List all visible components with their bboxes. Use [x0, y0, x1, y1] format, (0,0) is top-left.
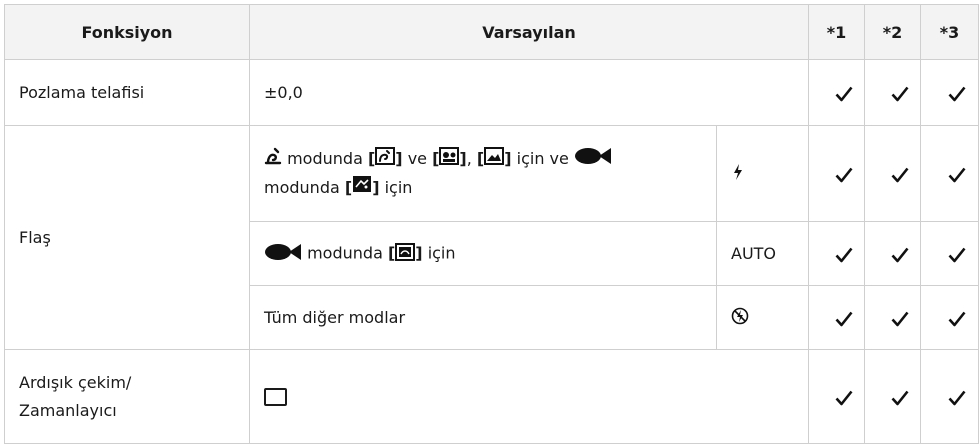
header-col-3: *3	[920, 4, 979, 60]
check-icon	[948, 311, 966, 327]
flash-mode-description-2: modunda [] için	[249, 221, 717, 286]
check-icon	[948, 167, 966, 183]
table-row: Pozlama telafisi ±0,0	[4, 59, 979, 126]
check-icon	[948, 247, 966, 263]
drive-value	[248, 349, 810, 444]
single-frame-icon	[264, 388, 287, 407]
table-row: Flaş modunda [] ve [], [] için ve modund…	[4, 125, 979, 350]
flash-fill-in-icon	[731, 163, 745, 185]
flash-value-1	[715, 125, 810, 222]
check-icon	[835, 167, 853, 183]
flash-value-2: AUTO	[715, 221, 810, 286]
flash-off-icon	[731, 307, 749, 329]
check-icon	[835, 86, 853, 102]
check-icon	[948, 86, 966, 102]
underwater-macro-icon	[395, 242, 416, 265]
underwater-fish-icon	[264, 243, 302, 265]
header-col-2: *2	[864, 4, 922, 60]
table-row: Ardışık çekim/ Zamanlayıcı	[4, 349, 979, 444]
check-icon	[948, 390, 966, 406]
flash-value-3	[715, 285, 810, 350]
check-icon	[835, 311, 853, 327]
check-icon	[835, 247, 853, 263]
scene-mode-framed-icon	[375, 146, 396, 174]
header-row: Fonksiyon Varsayılan *1 *2 *3	[4, 4, 979, 60]
check-icon	[891, 167, 909, 183]
check-icon	[891, 86, 909, 102]
underwater-wide-icon	[352, 174, 372, 202]
check-icon	[891, 247, 909, 263]
row-label-exposure: Pozlama telafisi	[4, 59, 250, 126]
settings-table: Fonksiyon Varsayılan *1 *2 *3 Pozlama te…	[4, 4, 979, 444]
check-icon	[835, 390, 853, 406]
scene-mode-icon	[264, 146, 282, 174]
portrait-mode-icon	[439, 146, 460, 174]
flash-mode-description-3: Tüm diğer modlar	[249, 285, 717, 350]
row-label-flash: Flaş	[4, 125, 250, 350]
header-col-1: *1	[808, 4, 866, 60]
value-exposure: ±0,0	[248, 59, 810, 126]
check-icon	[891, 311, 909, 327]
check-icon	[891, 390, 909, 406]
header-default: Varsayılan	[248, 4, 810, 60]
landscape-mode-icon	[484, 146, 505, 174]
header-function: Fonksiyon	[4, 4, 250, 60]
row-label-drive: Ardışık çekim/ Zamanlayıcı	[4, 349, 250, 444]
flash-mode-description-1: modunda [] ve [], [] için ve modunda [] …	[249, 125, 717, 222]
underwater-fish-icon	[574, 146, 612, 174]
